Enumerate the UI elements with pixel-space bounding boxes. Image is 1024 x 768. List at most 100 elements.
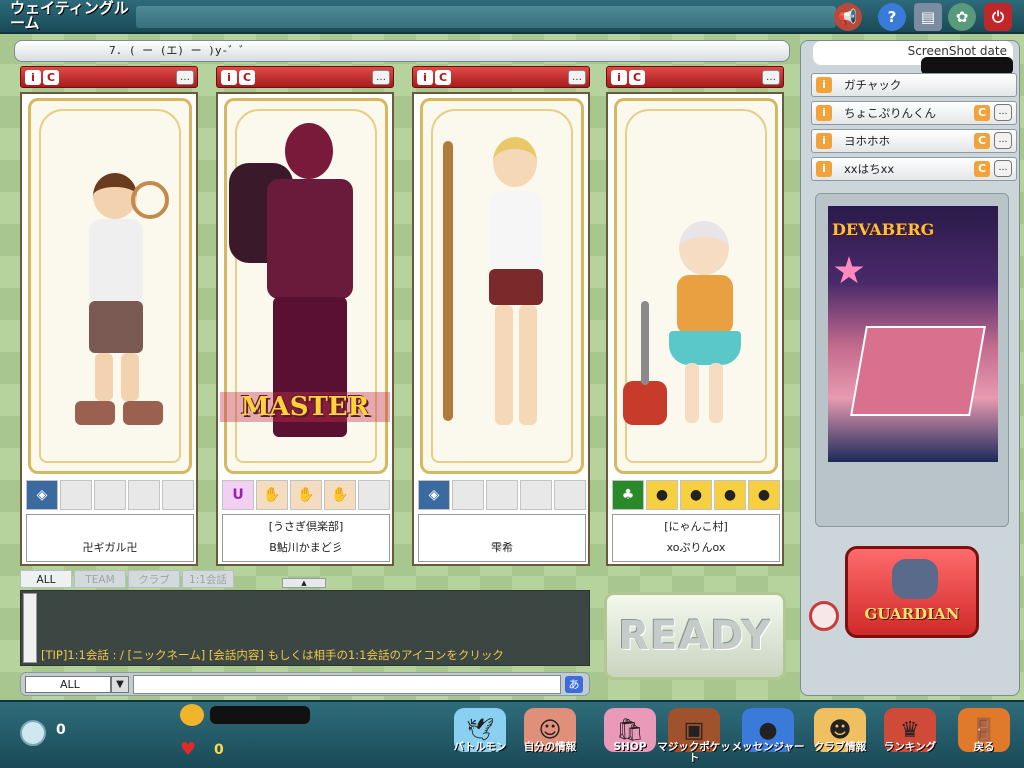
nav-battlemon[interactable]: 🕊 バトルモン xyxy=(446,706,514,768)
empty-badge xyxy=(60,480,92,510)
chat-channel-select[interactable]: ALL xyxy=(25,676,111,693)
chat-input[interactable] xyxy=(133,675,561,694)
member-row[interactable]: i xxはちxx C … xyxy=(811,157,1017,181)
member-row[interactable]: i ガチャック xyxy=(811,73,1017,97)
member-row[interactable]: i ヨホホホ C … xyxy=(811,129,1017,153)
character-legs xyxy=(89,301,143,353)
club-icon[interactable]: C xyxy=(974,161,990,177)
player-guild: [にゃんこ村] xyxy=(664,520,728,533)
chat-bubble-icon[interactable]: … xyxy=(994,160,1012,177)
club-icon[interactable]: C xyxy=(239,70,255,85)
map-preview-image: DEVABERG xyxy=(828,206,998,462)
tab-all[interactable]: ALL xyxy=(20,570,72,588)
nav-magic-pocket[interactable]: ▣ マジックポケット xyxy=(657,706,731,768)
notes-icon[interactable]: ▤ xyxy=(914,3,942,31)
club-icon[interactable]: C xyxy=(974,105,990,121)
member-row[interactable]: i ちょこぷりんくん C … xyxy=(811,101,1017,125)
nav-club[interactable]: ☻ クラブ情報 xyxy=(806,706,874,768)
chat-tabs: ALL TEAM クラブ 1:1会話 xyxy=(20,570,234,588)
club-icon[interactable]: C xyxy=(435,70,451,85)
chick-badge-icon: ● xyxy=(748,480,780,510)
tab-club[interactable]: クラブ xyxy=(128,570,180,588)
player-name-box: [うさぎ倶楽部] B鮎川かまど彡 xyxy=(222,514,390,562)
master-label: MASTER xyxy=(220,392,390,422)
slot-body: MASTER U ✋ ✋ ✋ [うさぎ倶楽部] B鮎川かまど彡 xyxy=(216,92,394,566)
character-portrait xyxy=(614,98,778,474)
badge-row: U ✋ ✋ ✋ xyxy=(222,480,390,510)
nav-profile[interactable]: ☺ 自分の情報 xyxy=(516,706,584,768)
info-icon[interactable]: i xyxy=(816,77,832,93)
chat-bubble-icon[interactable]: … xyxy=(762,70,780,85)
arena-court xyxy=(850,326,986,416)
character-armor xyxy=(267,179,353,299)
empty-badge xyxy=(358,480,390,510)
info-icon[interactable]: i xyxy=(417,70,433,85)
screenshot-date-label: ScreenShot date xyxy=(907,44,1007,58)
info-icon[interactable]: i xyxy=(25,70,41,85)
empty-badge xyxy=(94,480,126,510)
character-leg xyxy=(709,363,723,423)
chat-tip-message: [TIP]1:1会話 : / [ニックネーム] [会話内容] もしくは相手の1:… xyxy=(41,648,504,662)
megaphone-icon[interactable]: 📢 xyxy=(834,3,862,31)
club-icon[interactable]: C xyxy=(629,70,645,85)
slot-body: ♣ ● ● ● ● [にゃんこ村] xoぷりんox xyxy=(606,92,784,566)
rank-badge-icon: ◈ xyxy=(418,480,450,510)
nav-back[interactable]: 🚪 戻る xyxy=(950,706,1018,768)
chick-badge-icon: ● xyxy=(714,480,746,510)
slot-header: i C … xyxy=(20,66,198,88)
character-head xyxy=(679,221,729,275)
chat-scrollbar[interactable] xyxy=(23,593,37,663)
guardian-key-icon[interactable] xyxy=(809,601,839,631)
chat-bubble-icon[interactable]: … xyxy=(568,70,586,85)
chat-bubble-icon[interactable]: … xyxy=(176,70,194,85)
info-icon[interactable]: i xyxy=(816,133,832,149)
player-name: B鮎川かまど彡 xyxy=(269,541,343,554)
character-head xyxy=(285,123,333,179)
room-info-bar: 7. ( ー (エ) ー )y-゛゛ xyxy=(14,40,790,62)
tab-team[interactable]: TEAM xyxy=(74,570,126,588)
info-icon[interactable]: i xyxy=(221,70,237,85)
badge-row: ♣ ● ● ● ● xyxy=(612,480,780,510)
player-slot-3[interactable]: i C … ◈ 雫希 xyxy=(412,66,590,566)
right-panel: ScreenShot date i ガチャック i ちょこぷりんくん C … i… xyxy=(800,40,1020,696)
tab-one-on-one[interactable]: 1:1会話 xyxy=(182,570,234,588)
ready-button[interactable]: READY xyxy=(604,592,786,680)
chat-bubble-icon[interactable]: … xyxy=(372,70,390,85)
chat-resize-handle[interactable]: ▲ xyxy=(282,578,326,588)
ime-toggle[interactable]: あ xyxy=(565,676,583,693)
member-name: ヨホホホ xyxy=(844,134,890,148)
player-guild: [うさぎ倶楽部] xyxy=(268,520,344,533)
info-icon[interactable]: i xyxy=(816,161,832,177)
member-name: ちょこぷりんくん xyxy=(844,106,936,120)
pet-badge-icon: ✋ xyxy=(256,480,288,510)
slot-header: i C … xyxy=(606,66,784,88)
player-slot-4[interactable]: i C … ♣ ● ● ● ● [にゃんこ村] xoぷりんox xyxy=(606,66,784,566)
chat-log: [TIP]1:1会話 : / [ニックネーム] [会話内容] もしくは相手の1:… xyxy=(20,590,590,666)
club-icon[interactable]: C xyxy=(43,70,59,85)
info-icon[interactable]: i xyxy=(816,105,832,121)
info-icon[interactable]: i xyxy=(611,70,627,85)
character-jacket xyxy=(677,275,733,335)
nav-messenger[interactable]: ● メッセンジャー xyxy=(732,706,804,768)
character-leg xyxy=(495,305,513,425)
chick-badge-icon: ● xyxy=(646,480,678,510)
empty-badge xyxy=(520,480,552,510)
power-icon[interactable]: ⏻ xyxy=(984,3,1012,31)
u-badge-icon: U xyxy=(222,480,254,510)
chat-bubble-icon[interactable]: … xyxy=(994,104,1012,121)
slot-body: ◈ 雫希 xyxy=(412,92,590,566)
pet-badge-icon: ✋ xyxy=(290,480,322,510)
player-slot-1[interactable]: i C … ◈ 卍ギガル卍 xyxy=(20,66,198,566)
guardian-button[interactable]: GUARDIAN xyxy=(845,546,979,638)
options-icon[interactable]: ✿ xyxy=(948,3,976,31)
club-icon[interactable]: C xyxy=(974,133,990,149)
help-icon[interactable]: ? xyxy=(878,3,906,31)
chat-bubble-icon[interactable]: … xyxy=(994,132,1012,149)
member-name: xxはちxx xyxy=(844,162,895,176)
player-slot-2[interactable]: i C … MASTER U ✋ ✋ ✋ [うさぎ倶楽部] B鮎川かまど彡 xyxy=(216,66,394,566)
guardian-label: GUARDIAN xyxy=(864,605,960,623)
nav-ranking[interactable]: ♛ ランキング xyxy=(876,706,944,768)
star-icon xyxy=(834,256,864,284)
empty-badge xyxy=(128,480,160,510)
chevron-down-icon[interactable]: ▼ xyxy=(111,676,129,693)
